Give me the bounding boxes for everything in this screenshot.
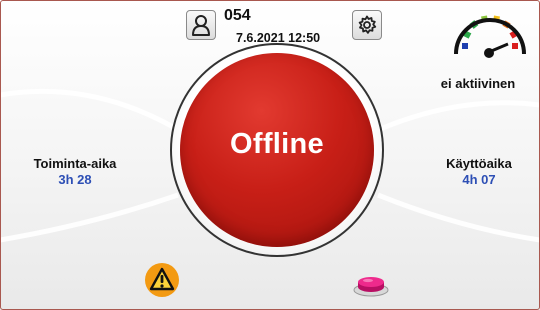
gear-icon	[358, 15, 377, 34]
operating-time-value: 3h 28	[58, 172, 92, 187]
push-button-icon[interactable]	[352, 268, 390, 298]
usage-time-value: 4h 07	[462, 172, 496, 187]
status-button[interactable]: Offline	[180, 53, 374, 247]
settings-button[interactable]	[352, 10, 382, 40]
usage-time-stat: Käyttöaika 4h 07	[420, 156, 538, 188]
usage-time-label: Käyttöaika	[446, 156, 512, 171]
gauge-status: ei aktiivinen	[440, 76, 516, 91]
operating-time-stat: Toiminta-aika 3h 28	[10, 156, 140, 188]
warning-icon[interactable]	[144, 262, 180, 298]
speed-gauge-icon	[454, 15, 526, 58]
device-id: 054	[224, 7, 251, 24]
user-icon	[192, 15, 210, 36]
operating-time-label: Toiminta-aika	[33, 156, 117, 171]
user-button[interactable]	[186, 10, 216, 40]
status-label: Offline	[230, 127, 324, 160]
